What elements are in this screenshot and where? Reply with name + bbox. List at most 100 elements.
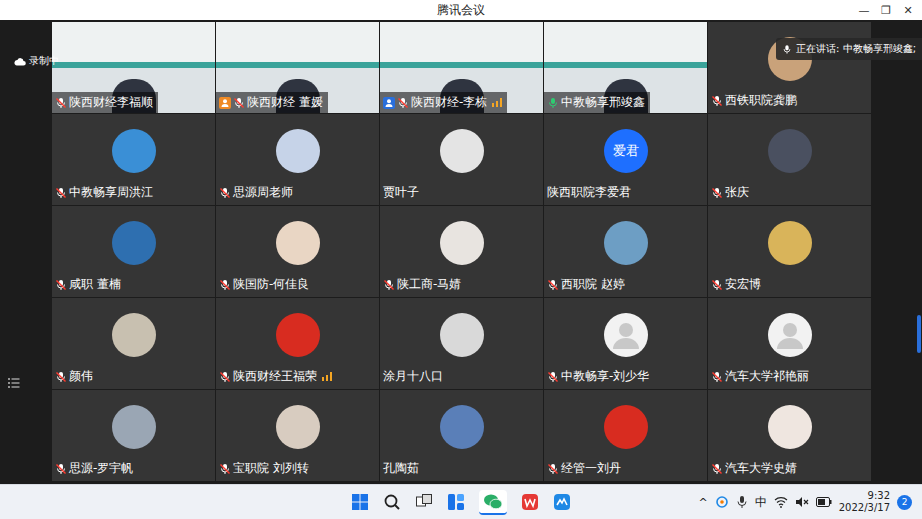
- participant-tile[interactable]: 陕西财经王福荣: [216, 298, 379, 389]
- participant-tile[interactable]: 咸职 董楠: [52, 206, 215, 297]
- person-icon: [606, 315, 646, 355]
- participant-name: 陕西财经 董媛: [216, 92, 328, 113]
- avatar: [604, 313, 648, 357]
- meeting-window: 腾讯会议—❐✕录制中正在讲话: 中教畅享邢竣鑫;陕西财经李福顺陕西财经 董媛陕西…: [0, 0, 922, 519]
- participant-name: 陕工商-马婧: [380, 274, 543, 297]
- mic-muted-icon: [547, 279, 559, 291]
- participant-tile[interactable]: 思源-罗宇帆: [52, 390, 215, 481]
- participant-tile[interactable]: 思源周老师: [216, 114, 379, 205]
- clock[interactable]: 9:322022/3/17: [839, 490, 890, 514]
- battery-icon[interactable]: [816, 497, 832, 507]
- participant-name: 汽车大学祁艳丽: [708, 366, 871, 389]
- mic-muted-icon: [233, 97, 245, 109]
- participant-tile[interactable]: 张庆: [708, 114, 871, 205]
- participant-name: 陕国防-何佳良: [216, 274, 379, 297]
- participant-name: 西铁职院龚鹏: [708, 90, 871, 113]
- participant-tile[interactable]: 汽车大学史婧: [708, 390, 871, 481]
- speaker-muted-icon[interactable]: [795, 496, 809, 508]
- recording-indicator[interactable]: 录制中: [14, 54, 59, 68]
- participant-name: 陕西财经王福荣: [216, 366, 379, 389]
- participant-tile[interactable]: 贾叶子: [380, 114, 543, 205]
- avatar: 爱君: [604, 129, 648, 173]
- scroll-indicator[interactable]: [917, 315, 921, 353]
- participant-tile[interactable]: 孔陶茹: [380, 390, 543, 481]
- avatar: [440, 129, 484, 173]
- input-method-indicator[interactable]: 中: [755, 494, 767, 511]
- participant-tile[interactable]: 西铁职院龚鹏: [708, 22, 871, 113]
- participant-tile[interactable]: 中教畅享-刘少华: [544, 298, 707, 389]
- window-control-button[interactable]: ❐: [878, 4, 894, 17]
- participant-tile[interactable]: 西职院 赵婷: [544, 206, 707, 297]
- participant-name: 经管一刘丹: [544, 458, 707, 481]
- avatar: [768, 129, 812, 173]
- participant-tile[interactable]: 陕国防-何佳良: [216, 206, 379, 297]
- wechat-icon: [483, 493, 503, 511]
- avatar: [112, 313, 156, 357]
- mic-icon: [782, 44, 792, 55]
- wifi-icon[interactable]: [774, 496, 788, 508]
- participant-tile[interactable]: 爱君陕西职院李爱君: [544, 114, 707, 205]
- avatar: [440, 405, 484, 449]
- avatar: [604, 221, 648, 265]
- participant-tile[interactable]: 陕西财经 董媛: [216, 22, 379, 113]
- mic-muted-icon: [383, 279, 395, 291]
- search-icon[interactable]: [383, 493, 401, 511]
- mic-muted-icon: [219, 279, 231, 291]
- avatar: [604, 405, 648, 449]
- participant-name: 思源-罗宇帆: [52, 458, 215, 481]
- participant-tile[interactable]: 中教畅享邢竣鑫: [544, 22, 707, 113]
- taskbar: ^ 中 9:322022/3/17 2: [0, 484, 922, 519]
- avatar: [276, 405, 320, 449]
- participant-name: 张庆: [708, 182, 871, 205]
- windows-start-icon[interactable]: [351, 493, 369, 511]
- participant-tile[interactable]: 宝职院 刘列转: [216, 390, 379, 481]
- participant-tile[interactable]: 安宏博: [708, 206, 871, 297]
- sync-icon[interactable]: [715, 495, 729, 509]
- participant-tile[interactable]: 陕工商-马婧: [380, 206, 543, 297]
- mic-muted-icon: [55, 463, 67, 475]
- tray-expand-button[interactable]: ^: [699, 496, 708, 509]
- window-control-button[interactable]: ✕: [900, 4, 916, 17]
- participant-tile[interactable]: 涂月十八口: [380, 298, 543, 389]
- participant-name: 宝职院 刘列转: [216, 458, 379, 481]
- participant-name: 涂月十八口: [380, 366, 543, 389]
- participant-tile[interactable]: 汽车大学祁艳丽: [708, 298, 871, 389]
- avatar: [768, 221, 812, 265]
- title-bar: 腾讯会议—❐✕: [0, 0, 922, 20]
- participant-name: 陕西财经-李栋: [380, 92, 507, 113]
- person-icon: [770, 315, 810, 355]
- participant-tile[interactable]: 陕西财经李福顺: [52, 22, 215, 113]
- mic-muted-icon: [711, 95, 723, 107]
- mic-muted-icon: [547, 371, 559, 383]
- participant-tile[interactable]: 中教畅享周洪江: [52, 114, 215, 205]
- participant-tile[interactable]: 陕西财经-李栋: [380, 22, 543, 113]
- widgets-icon[interactable]: [447, 493, 465, 511]
- participant-name: 中教畅享邢竣鑫: [544, 92, 650, 113]
- window-control-button[interactable]: —: [856, 4, 872, 17]
- participant-tile[interactable]: 经管一刘丹: [544, 390, 707, 481]
- avatar: [112, 221, 156, 265]
- notification-badge[interactable]: 2: [897, 495, 912, 510]
- avatar: [276, 313, 320, 357]
- avatar: [768, 313, 812, 357]
- participant-name: 贾叶子: [380, 182, 543, 205]
- video-area: 录制中正在讲话: 中教畅享邢竣鑫;陕西财经李福顺陕西财经 董媛陕西财经-李栋中教…: [0, 20, 922, 484]
- system-tray: ^ 中 9:322022/3/17 2: [571, 490, 922, 514]
- member-list-icon[interactable]: [8, 378, 20, 388]
- wps-icon[interactable]: [521, 493, 539, 511]
- wechat-app-button[interactable]: [479, 490, 507, 515]
- participant-name: 西职院 赵婷: [544, 274, 707, 297]
- mic-muted-icon: [711, 463, 723, 475]
- participant-grid: 陕西财经李福顺 陕西财经 董媛 陕西财经-李栋 中教畅享邢竣鑫 西铁职院龚鹏中教畅享周洪…: [52, 22, 871, 484]
- speaking-toast: 正在讲话: 中教畅享邢竣鑫;: [776, 38, 922, 60]
- mic-muted-icon: [711, 279, 723, 291]
- task-view-icon[interactable]: [415, 493, 433, 511]
- participant-name: 颜伟ゞ: [52, 366, 215, 389]
- meeting-app-icon[interactable]: [553, 493, 571, 511]
- participant-name: 陕西财经李福顺: [52, 92, 158, 113]
- mic-icon[interactable]: [736, 495, 748, 509]
- avatar: [112, 405, 156, 449]
- mic-muted-icon: [55, 371, 67, 383]
- participant-tile[interactable]: 颜伟ゞ: [52, 298, 215, 389]
- mic-muted-icon: [397, 97, 409, 109]
